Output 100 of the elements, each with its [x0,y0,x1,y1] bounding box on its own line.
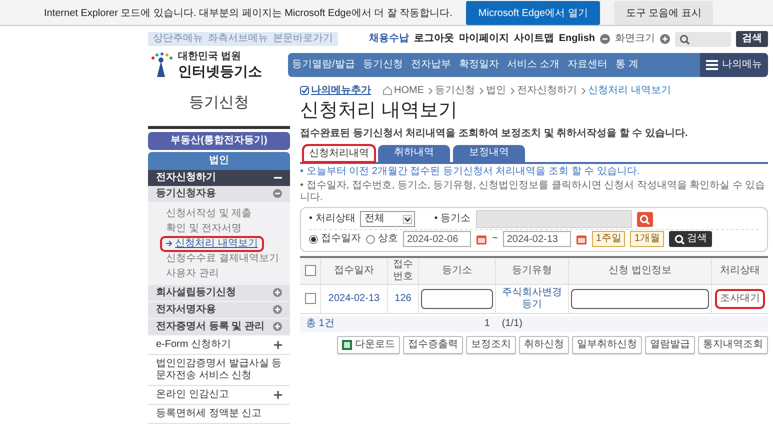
page-description: 접수완료된 등기신청서 처리내역을 조회하여 보정조치 및 취하서작성을 할 수 있습니다. [300,128,689,140]
breadcrumb-link[interactable]: 전자신청하기 [510,84,577,97]
plus-circle-icon [273,305,282,314]
breadcrumb-link[interactable]: 등기신청 [428,84,475,97]
sidebar-link[interactable]: 신청서작성 및 제출 [162,208,256,220]
page-number[interactable]: 1 [484,318,490,330]
tab[interactable]: 취하내역 [378,144,450,162]
header-link[interactable]: 사이트맵 [514,33,554,45]
nav-item[interactable]: 자료센터 [564,59,612,72]
period-button[interactable]: 1개월 [630,231,664,248]
menu-icon [706,60,718,70]
logo-subtitle: 대한민국 법원 [178,51,242,63]
column-header: 등기소 [418,256,496,284]
tab[interactable]: 신청처리내역 [303,144,375,162]
nav-item[interactable]: 전자납부 [406,59,455,72]
arrow-icon [166,240,173,248]
spreadsheet-icon [342,340,352,350]
sidebar-item[interactable]: 전자신청하기 [148,170,290,186]
column-header: 등기유형 [496,256,568,284]
field-label: • 처리상태 [309,213,356,226]
header-link[interactable]: 채용수납 [368,33,409,45]
date-separator: ~ [492,233,498,246]
sidebar-link[interactable]: 사용자 관리 [162,268,223,280]
sidebar-link[interactable]: 신청처리 내역보기 [162,238,262,250]
logo-title: 인터넷등기소 [178,63,262,80]
breadcrumb-link[interactable]: 법인 [479,84,506,97]
radio-button[interactable]: 접수일자 [309,233,361,246]
section-header[interactable]: 법인 [148,152,290,170]
nav-item[interactable]: 등기열람/발급 [288,59,359,72]
notice-text: Internet Explorer 모드에 있습니다. 대부분의 페이지는 Microsoft Edge에서 더 잘 작동합니다. [44,6,452,20]
toolbar-button[interactable]: 도구 모음에 표시 [614,0,714,24]
action-button[interactable]: 일부취하신청 [572,336,642,354]
nav-item[interactable]: 통 계 [612,59,642,72]
action-button[interactable]: 접수증출력 [403,336,463,354]
search-icon [679,34,690,44]
sidebar-subitem[interactable]: 회사설립등기신청 [148,284,290,302]
header-link[interactable]: English [558,33,595,45]
checkbox[interactable] [304,292,316,304]
date-field[interactable]: 2024-02-13 [502,231,571,248]
header-link[interactable]: 로그아웃 [414,33,454,45]
chevron-icon [581,86,586,95]
page-title: 신청처리 내역보기 [300,100,458,123]
sidebar-link[interactable]: 확인 및 전자서명 [162,222,246,235]
blank-field [421,288,493,309]
action-button[interactable]: 통지내역조회 [698,336,768,354]
action-button[interactable]: 다운로드 [337,336,400,354]
home-icon [383,86,392,96]
column-header: 처리상태 [712,256,768,284]
search-field[interactable] [675,32,731,46]
nav-item[interactable]: 등기신청 [358,59,407,72]
calendar-icon [576,234,587,245]
table-cell[interactable]: 주식회사변경등기 [496,284,568,314]
plus-icon [274,390,282,399]
calendar-icon [476,234,487,245]
sidebar-subitem[interactable]: 전자서명자용 [148,302,290,319]
table-cell[interactable]: 126 [388,284,418,314]
search-icon [674,234,685,245]
column-header: 신청 법인정보 [568,256,712,284]
page-count: (1/1) [502,318,522,330]
plus-circle-icon [273,288,282,298]
zoom-in-icon [660,34,670,44]
chevron-icon [479,86,484,95]
checkbox[interactable] [304,264,316,276]
column-header: 접수번호 [388,256,418,284]
status-select[interactable]: 전체 [360,211,416,228]
radio-button[interactable]: 상호 [366,233,398,246]
status-label: 조사대기 [717,290,763,307]
minus-circle-icon [273,189,282,198]
category-button[interactable]: 부동산(통합전자등기) [148,132,290,150]
search-button[interactable]: 검색 [668,231,712,248]
dropdown-arrow-icon [403,214,412,224]
notice-text: • 접수일자, 접수번호, 등기소, 등기유형, 신청법인정보를 클릭하시면 신청서 작성내역을 확인하실 수 있습니다. [300,180,766,204]
tab[interactable]: 보정내역 [453,144,525,162]
add-to-my-menu-link[interactable]: 나의메뉴추가 [300,84,371,97]
zoom-label: 화면크기 [615,33,655,45]
plus-icon [274,340,282,349]
chevron-icon [510,86,515,95]
search-button[interactable]: 검색 [736,31,768,47]
action-button[interactable]: 열람발급 [645,336,695,354]
notice-text: • 오늘부터 이전 2개월간 접수된 등기신청서 처리내역을 조회 할 수 있습니다. [300,166,641,178]
nav-item[interactable]: 서비스 소개 [502,59,564,72]
breadcrumb-link[interactable]: 신청처리 내역보기 [581,84,671,97]
plus-circle-icon [273,322,282,332]
search-button[interactable] [636,212,653,227]
open-edge-button[interactable]: Microsoft Edge에서 열기 [466,0,600,24]
period-button[interactable]: 1주일 [592,231,626,248]
date-field[interactable]: 2024-02-06 [403,231,471,248]
my-menu-button[interactable]: 나의메뉴 [700,53,768,78]
sidebar-subitem[interactable]: 전자증명서 등록 및 관리 [148,318,290,336]
breadcrumb-link[interactable]: HOME [383,84,424,97]
action-button[interactable]: 보정조치 [466,336,516,354]
sidebar-title: 등기신청 [188,94,250,112]
check-icon [300,86,309,96]
action-button[interactable]: 취하신청 [519,336,569,354]
nav-item[interactable]: 확정일자 [454,59,503,72]
sidebar-subitem[interactable]: 등기신청자용 [148,186,290,203]
column-header: 접수일자 [320,256,388,284]
table-cell[interactable]: 2024-02-13 [320,284,388,314]
header-link[interactable]: 마이페이지 [458,33,509,45]
sidebar-link[interactable]: 신청수수료 결제내역보기 [162,252,283,265]
